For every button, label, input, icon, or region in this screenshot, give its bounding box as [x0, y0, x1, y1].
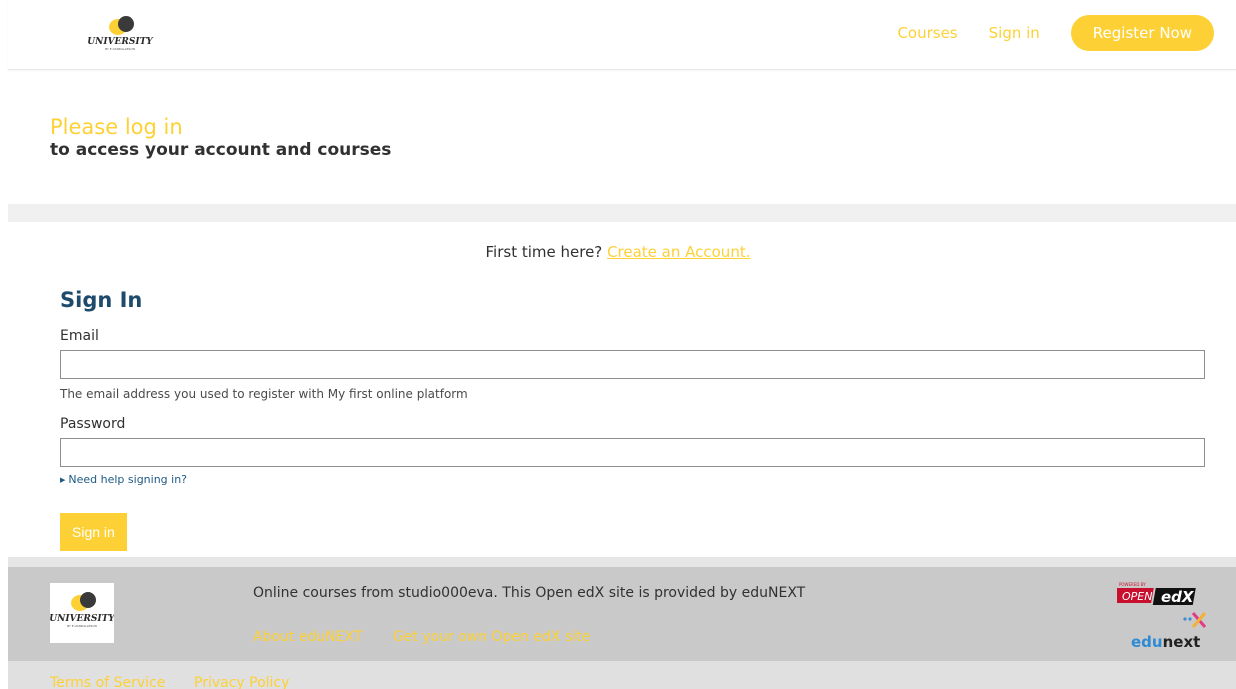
about-edunext-link[interactable]: About eduNEXT: [253, 629, 362, 645]
legal-bar: Terms of Service Privacy Policy: [8, 661, 1236, 689]
svg-text:UNIVERSITY: UNIVERSITY: [88, 37, 154, 47]
site-logo[interactable]: UNIVERSITY BY E.VANDALLESON: [87, 12, 154, 58]
main-nav: Courses Sign in Register Now: [897, 15, 1236, 51]
sign-in-title: Sign In: [60, 288, 143, 312]
nav-sign-in-link[interactable]: Sign in: [989, 24, 1040, 42]
svg-text:OPEN: OPEN: [1122, 590, 1152, 603]
first-time-text: First time here?: [485, 243, 603, 261]
footer-top-strip: [8, 557, 1236, 567]
password-label: Password: [60, 416, 126, 432]
footer-logo[interactable]: UNIVERSITY BY E.VANDALLESON: [49, 583, 116, 643]
svg-text:edunext: edunext: [1131, 633, 1200, 651]
svg-text:POWERED BY: POWERED BY: [1119, 582, 1146, 587]
get-open-edx-link[interactable]: Get your own Open edX site: [393, 629, 590, 645]
section-divider: [8, 204, 1236, 222]
privacy-policy-link[interactable]: Privacy Policy: [194, 675, 289, 689]
nav-courses-link[interactable]: Courses: [897, 24, 957, 42]
register-now-button[interactable]: Register Now: [1070, 15, 1214, 51]
svg-text:edX: edX: [1161, 588, 1195, 606]
footer-description: Online courses from studio000eva. This O…: [253, 585, 806, 601]
password-field[interactable]: [60, 438, 1205, 467]
login-hero: Please log in to access your account and…: [50, 115, 391, 161]
create-account-link[interactable]: Create an Account.: [607, 243, 750, 261]
email-field[interactable]: [60, 350, 1205, 379]
svg-text:BY E.VANDALLESON: BY E.VANDALLESON: [67, 624, 97, 628]
page-title: Please log in: [50, 115, 183, 139]
need-help-label: Need help signing in?: [68, 473, 188, 486]
footer-links: About eduNEXT Get your own Open edX site: [253, 629, 616, 645]
svg-text:BY E.VANDALLESON: BY E.VANDALLESON: [105, 47, 135, 51]
site-footer: UNIVERSITY BY E.VANDALLESON Online cours…: [8, 567, 1236, 661]
caret-right-icon: ▶: [60, 476, 66, 484]
sign-in-button[interactable]: Sign in: [60, 513, 127, 551]
edunext-logo[interactable]: edunext: [1129, 611, 1209, 653]
email-label: Email: [60, 328, 99, 344]
create-account-notice: First time here? Create an Account.: [0, 243, 1236, 261]
powered-by-openedx-logo[interactable]: POWERED BY OPEN edX: [1113, 581, 1203, 607]
site-header: UNIVERSITY BY E.VANDALLESON Courses Sign…: [8, 0, 1236, 70]
email-hint: The email address you used to register w…: [60, 387, 468, 401]
svg-text:UNIVERSITY: UNIVERSITY: [50, 614, 114, 624]
need-help-toggle[interactable]: ▶ Need help signing in?: [60, 473, 1205, 487]
login-form: Sign In Email The email address you used…: [60, 287, 1205, 551]
terms-of-service-link[interactable]: Terms of Service: [50, 675, 165, 689]
page-subtitle: to access your account and courses: [50, 140, 392, 160]
